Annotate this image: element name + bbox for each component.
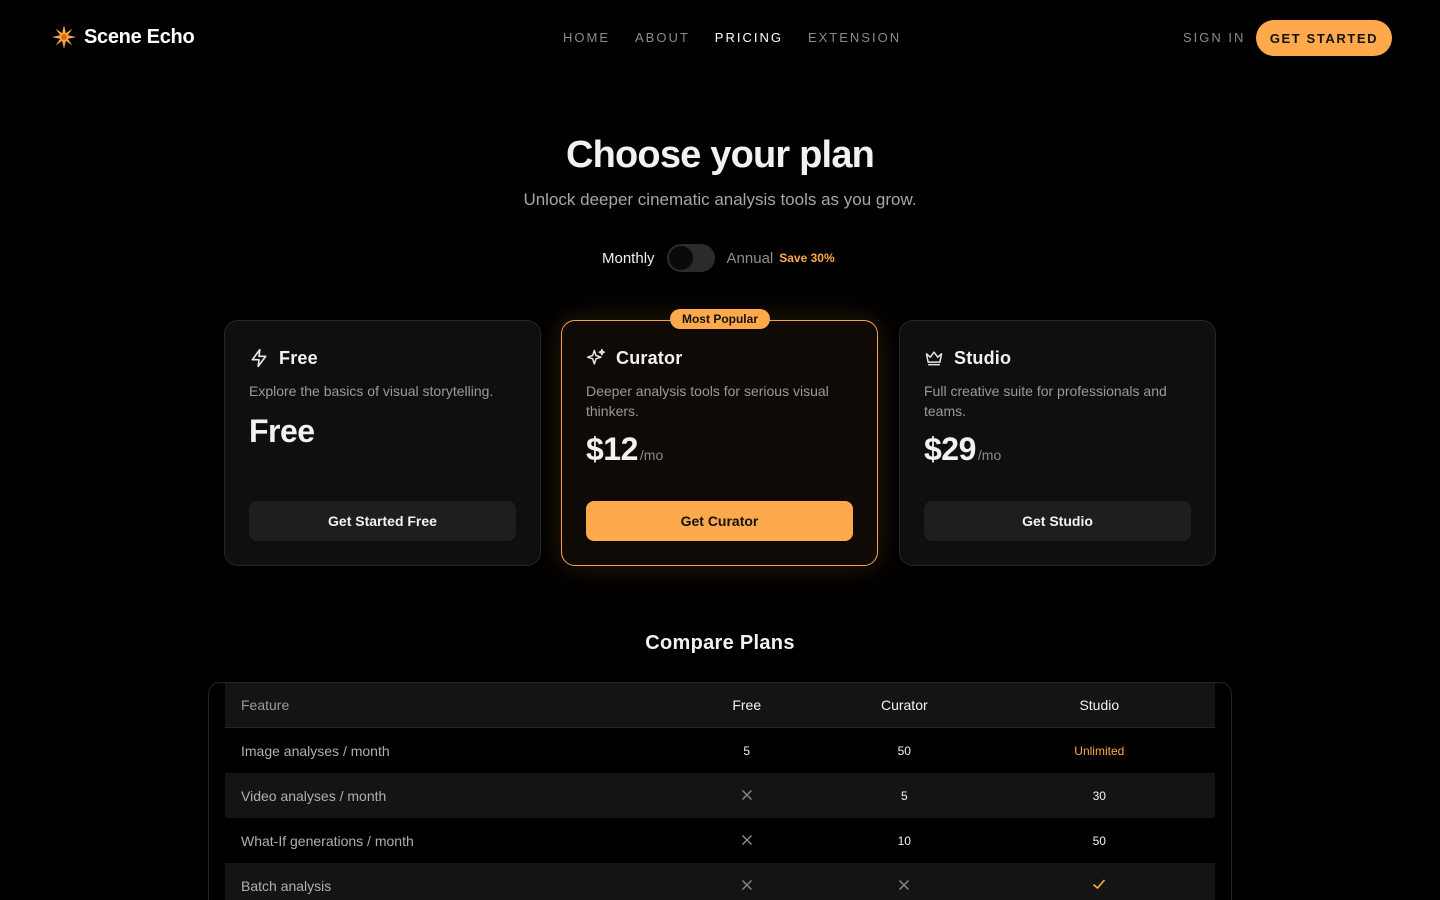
get-started-button[interactable]: GET STARTED — [1256, 20, 1392, 56]
top-nav: Scene Echo HOME ABOUT PRICING EXTENSION … — [0, 0, 1440, 76]
x-icon — [740, 788, 754, 802]
brand-logo[interactable]: Scene Echo — [52, 25, 195, 49]
studio-value: 30 — [1092, 788, 1106, 803]
plan-card-curator: Curator Deeper analysis tools for seriou… — [561, 320, 878, 566]
crown-icon — [925, 351, 943, 366]
free-value: 5 — [743, 743, 751, 758]
studio-value — [984, 877, 1215, 894]
plan-card-studio: Studio Full creative suite for professio… — [899, 320, 1216, 566]
studio-value: Unlimited — [1074, 743, 1125, 758]
curator-value: 10 — [897, 833, 911, 848]
feature-name: What-If generations / month — [241, 832, 414, 849]
header-feature: Feature — [241, 697, 290, 713]
table-row: Video analyses / month 5 30 — [225, 773, 1215, 818]
nav-extension-link[interactable]: EXTENSION — [808, 30, 901, 45]
table-row: What-If generations / month 10 50 — [225, 818, 1215, 863]
page-title: Choose your plan — [565, 134, 875, 176]
feature-name: Image analyses / month — [241, 742, 390, 759]
billing-toggle-group: Monthly Annual Save 30% — [602, 244, 835, 272]
annual-savings-badge: Save 30% — [779, 251, 835, 265]
brand-name: Scene Echo — [84, 25, 195, 48]
header-studio: Studio — [1079, 697, 1120, 713]
plan-price-period: /mo — [977, 447, 1002, 463]
free-value — [668, 878, 825, 894]
curator-value — [825, 878, 984, 894]
free-value — [668, 788, 825, 804]
studio-value: 50 — [1092, 833, 1106, 848]
most-popular-badge: Most Popular — [670, 309, 770, 329]
compare-plans-heading: Compare Plans — [645, 632, 795, 654]
table-row: Image analyses / month 5 50 Unlimited — [225, 728, 1215, 773]
plan-price: Free — [249, 413, 315, 449]
plan-name: Curator — [616, 347, 683, 368]
billing-annual-label[interactable]: Annual — [727, 250, 774, 267]
plan-name: Studio — [954, 347, 1012, 368]
nav-about-link[interactable]: ABOUT — [635, 30, 690, 45]
get-studio-button[interactable]: Get Studio — [924, 501, 1191, 541]
check-icon — [1092, 877, 1106, 891]
plan-card-free: Free Explore the basics of visual storyt… — [224, 320, 541, 566]
plan-price: $29 — [924, 431, 976, 467]
plan-price: $12 — [586, 431, 638, 467]
nav-home-link[interactable]: HOME — [563, 30, 610, 45]
nav-pricing-link[interactable]: PRICING — [715, 30, 783, 45]
plan-description: Deeper analysis tools for serious visual… — [586, 383, 829, 419]
toggle-knob — [668, 246, 693, 270]
table-row: Batch analysis — [225, 863, 1215, 900]
header-free: Free — [732, 697, 762, 713]
nav-links: HOME ABOUT PRICING EXTENSION — [563, 30, 901, 45]
starburst-logo-icon — [52, 25, 76, 49]
lightning-icon — [251, 348, 267, 368]
get-started-free-button[interactable]: Get Started Free — [249, 501, 516, 541]
feature-name: Video analyses / month — [241, 787, 387, 804]
plan-description: Full creative suite for professionals an… — [924, 383, 1167, 419]
get-curator-button[interactable]: Get Curator — [586, 501, 853, 541]
billing-monthly-label[interactable]: Monthly — [602, 250, 655, 267]
curator-value: 5 — [900, 788, 908, 803]
feature-name: Batch analysis — [241, 877, 332, 894]
plan-name: Free — [279, 347, 318, 368]
billing-period-toggle[interactable] — [666, 244, 715, 272]
compare-table: Feature Free Curator Studio Image analys… — [208, 682, 1232, 900]
free-value — [668, 833, 825, 849]
page-subtitle: Unlock deeper cinematic analysis tools a… — [523, 190, 917, 209]
x-icon — [897, 878, 911, 892]
x-icon — [740, 878, 754, 892]
sparkles-icon — [586, 348, 606, 365]
x-icon — [740, 833, 754, 847]
plan-price-period: /mo — [639, 447, 664, 463]
table-header-row: Feature Free Curator Studio — [225, 683, 1215, 728]
header-curator: Curator — [880, 697, 928, 713]
curator-value: 50 — [897, 743, 911, 758]
sign-in-link[interactable]: SIGN IN — [1183, 30, 1245, 45]
